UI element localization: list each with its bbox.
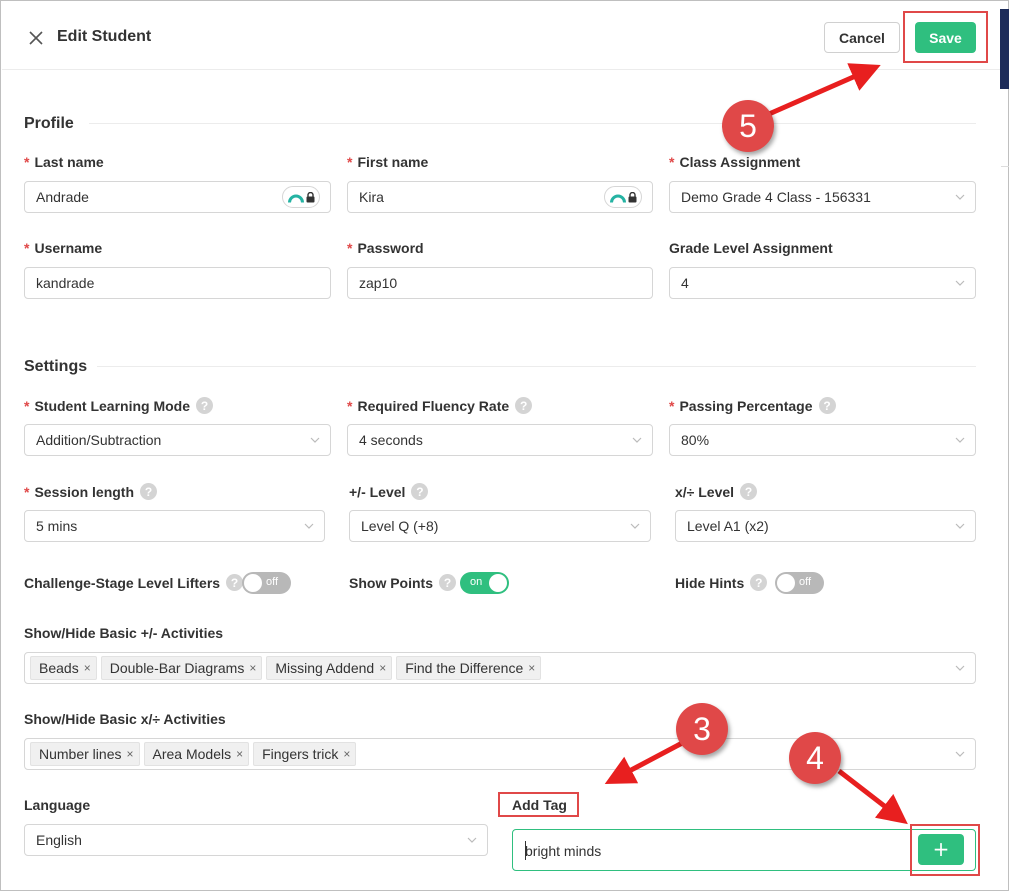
arrow-to-add-tag <box>604 738 688 785</box>
callout-step-4: 4 <box>789 732 841 784</box>
arrow-to-save <box>767 63 881 117</box>
edit-student-dialog: Edit Student Cancel Save Profile * Last n… <box>0 0 1009 891</box>
annotation-arrows <box>604 63 908 825</box>
callout-step-5: 5 <box>722 100 774 152</box>
arrow-to-plus-button <box>837 769 908 825</box>
callout-step-3: 3 <box>676 703 728 755</box>
